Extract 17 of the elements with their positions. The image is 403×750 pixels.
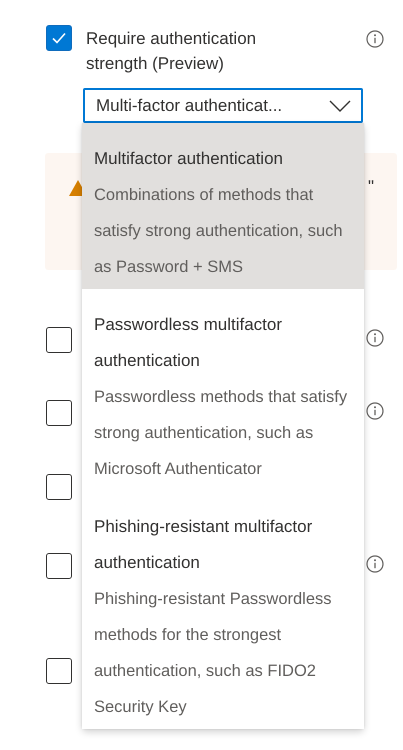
checkbox[interactable] — [46, 658, 72, 684]
info-icon[interactable] — [366, 329, 384, 347]
dropdown-option[interactable]: Passwordless multifactor authentication Passwordless methods that satisfy strong authentication, such as Microsoft Authenticator — [82, 289, 364, 491]
checkbox[interactable] — [46, 327, 72, 353]
warning-text: " — [368, 177, 374, 197]
info-icon[interactable] — [366, 30, 384, 48]
checkbox[interactable] — [46, 553, 72, 579]
checkbox[interactable] — [46, 474, 72, 500]
checkbox-label: Require authentication strength (Preview) — [86, 28, 258, 75]
chevron-down-icon — [329, 100, 351, 112]
info-icon[interactable] — [366, 402, 384, 420]
strength-dropdown[interactable]: Multi-factor authenticat... — [83, 88, 363, 123]
info-icon[interactable] — [366, 555, 384, 573]
dropdown-option[interactable]: Multifactor authentication Combinations of methods that satisfy strong authentication, such as Password + SMS — [82, 123, 364, 289]
checkbox[interactable] — [46, 400, 72, 426]
checkbox[interactable] — [46, 25, 72, 51]
dropdown-option[interactable]: Phishing-resistant multifactor authentication Phishing-resistant Passwordless methods for the strongest authentication, such as FIDO2 Security Key — [82, 491, 364, 729]
